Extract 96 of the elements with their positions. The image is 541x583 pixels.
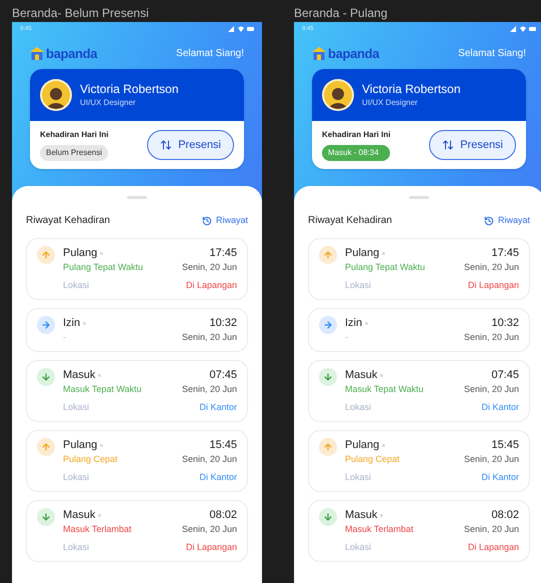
record-status: Masuk Tepat Waktu [345, 383, 424, 396]
location-value: Di Kantor [481, 471, 519, 484]
user-role: UI/UX Designer [80, 96, 137, 108]
frame-title: Beranda - Pulang [294, 5, 388, 22]
record-type: Masuk [345, 508, 378, 523]
record-type: Pulang [345, 246, 380, 261]
swap-arrows-icon [442, 139, 454, 151]
status-icons [510, 26, 536, 32]
attendance-label: Kehadiran Hari Ini [322, 129, 390, 141]
location-value: Di Lapangan [186, 541, 237, 554]
location-label: Lokasi [345, 471, 372, 484]
greeting: Selamat Siang! [458, 47, 526, 61]
logo-text: bapanda [46, 47, 98, 60]
attendance-status-badge: Masuk - 08:34 [322, 145, 390, 161]
record-time: 07:45 [209, 368, 237, 383]
record-status: Pulang Cepat [63, 453, 118, 466]
record-status: Masuk Terlambat [345, 523, 414, 536]
record-type: Pulang [63, 438, 98, 453]
record-time: 17:45 [491, 246, 519, 261]
record-type: Masuk [63, 508, 96, 523]
presensi-button[interactable]: Presensi [147, 130, 234, 160]
greeting: Selamat Siang! [176, 47, 244, 61]
attendance-card[interactable]: Pulang 15:45 Pulang Cepat Senin, 20 Jun Lokasi Di Kantor [26, 430, 248, 492]
record-status: Masuk Tepat Waktu [63, 383, 142, 396]
record-date: Senin, 20 Jun [464, 453, 519, 466]
record-date: Senin, 20 Jun [464, 331, 519, 344]
frame-title: Beranda- Belum Presensi [12, 5, 150, 22]
location-label: Lokasi [63, 401, 90, 414]
record-type: Izin [63, 316, 80, 331]
location-label: Lokasi [345, 279, 372, 292]
record-date: Senin, 20 Jun [182, 383, 237, 396]
location-value: Di Lapangan [468, 541, 519, 554]
record-status: Pulang Tepat Waktu [345, 261, 426, 274]
location-value: Di Kantor [199, 401, 237, 414]
section-title: Riwayat Kehadiran [26, 214, 110, 228]
location-value: Di Kantor [481, 401, 519, 414]
location-label: Lokasi [345, 401, 372, 414]
record-date: Senin, 20 Jun [464, 523, 519, 536]
location-label: Lokasi [63, 471, 90, 484]
attendance-card[interactable]: Masuk 08:02 Masuk Terlambat Senin, 20 Jun Lokasi Di Lapangan [308, 500, 530, 562]
record-date: Senin, 20 Jun [182, 523, 237, 536]
attendance-card[interactable]: Masuk 07:45 Masuk Tepat Waktu Senin, 20 Jun Lokasi Di Kantor [308, 360, 530, 422]
building-logo-icon [312, 47, 326, 60]
status-icons [228, 26, 254, 32]
record-type: Pulang [63, 246, 98, 261]
record-type: Pulang [345, 438, 380, 453]
record-type: Masuk [63, 368, 96, 383]
attendance-card[interactable]: Masuk 08:02 Masuk Terlambat Senin, 20 Jun Lokasi Di Lapangan [26, 500, 248, 562]
presensi-button[interactable]: Presensi [429, 130, 516, 160]
history-icon [484, 216, 494, 226]
record-type: Masuk [345, 368, 378, 383]
attendance-card[interactable]: Izin 10:32 - Senin, 20 Jun [26, 308, 248, 352]
record-date: Senin, 20 Jun [464, 261, 519, 274]
record-time: 08:02 [491, 508, 519, 523]
avatar [322, 79, 354, 111]
attendance-label: Kehadiran Hari Ini [40, 129, 108, 141]
record-time: 10:32 [209, 316, 237, 331]
attendance-card[interactable]: Izin 10:32 - Senin, 20 Jun [308, 308, 530, 352]
record-time: 07:45 [491, 368, 519, 383]
location-value: Di Lapangan [186, 279, 237, 292]
history-link[interactable]: Riwayat [202, 214, 248, 228]
user-role: UI/UX Designer [362, 96, 419, 108]
record-status: - [63, 331, 66, 344]
user-name: Victoria Robertson [80, 82, 178, 96]
record-status: Pulang Tepat Waktu [63, 261, 144, 274]
avatar [40, 79, 72, 111]
record-time: 10:32 [491, 316, 519, 331]
logo-text: bapanda [328, 47, 380, 60]
location-label: Lokasi [63, 541, 90, 554]
building-logo-icon [30, 47, 44, 60]
attendance-card[interactable]: Pulang 17:45 Pulang Tepat Waktu Senin, 20 Jun Lokasi Di Lapangan [26, 238, 248, 300]
history-link[interactable]: Riwayat [484, 214, 530, 228]
attendance-card[interactable]: Pulang 15:45 Pulang Cepat Senin, 20 Jun Lokasi Di Kantor [308, 430, 530, 492]
record-date: Senin, 20 Jun [182, 453, 237, 466]
record-time: 15:45 [491, 438, 519, 453]
user-name: Victoria Robertson [362, 82, 460, 96]
location-label: Lokasi [63, 279, 90, 292]
attendance-card[interactable]: Masuk 07:45 Masuk Tepat Waktu Senin, 20 Jun Lokasi Di Kantor [26, 360, 248, 422]
location-value: Di Kantor [199, 471, 237, 484]
record-type: Izin [345, 316, 362, 331]
record-time: 17:45 [209, 246, 237, 261]
record-time: 15:45 [209, 438, 237, 453]
record-status: Masuk Terlambat [63, 523, 132, 536]
attendance-status-badge: Belum Presensi [40, 145, 108, 161]
section-title: Riwayat Kehadiran [308, 214, 392, 228]
attendance-card[interactable]: Pulang 17:45 Pulang Tepat Waktu Senin, 20 Jun Lokasi Di Lapangan [308, 238, 530, 300]
history-icon [202, 216, 212, 226]
record-status: - [345, 331, 348, 344]
record-status: Pulang Cepat [345, 453, 400, 466]
location-label: Lokasi [345, 541, 372, 554]
record-date: Senin, 20 Jun [464, 383, 519, 396]
location-value: Di Lapangan [468, 279, 519, 292]
record-date: Senin, 20 Jun [182, 261, 237, 274]
record-date: Senin, 20 Jun [182, 331, 237, 344]
swap-arrows-icon [160, 139, 172, 151]
record-time: 08:02 [209, 508, 237, 523]
